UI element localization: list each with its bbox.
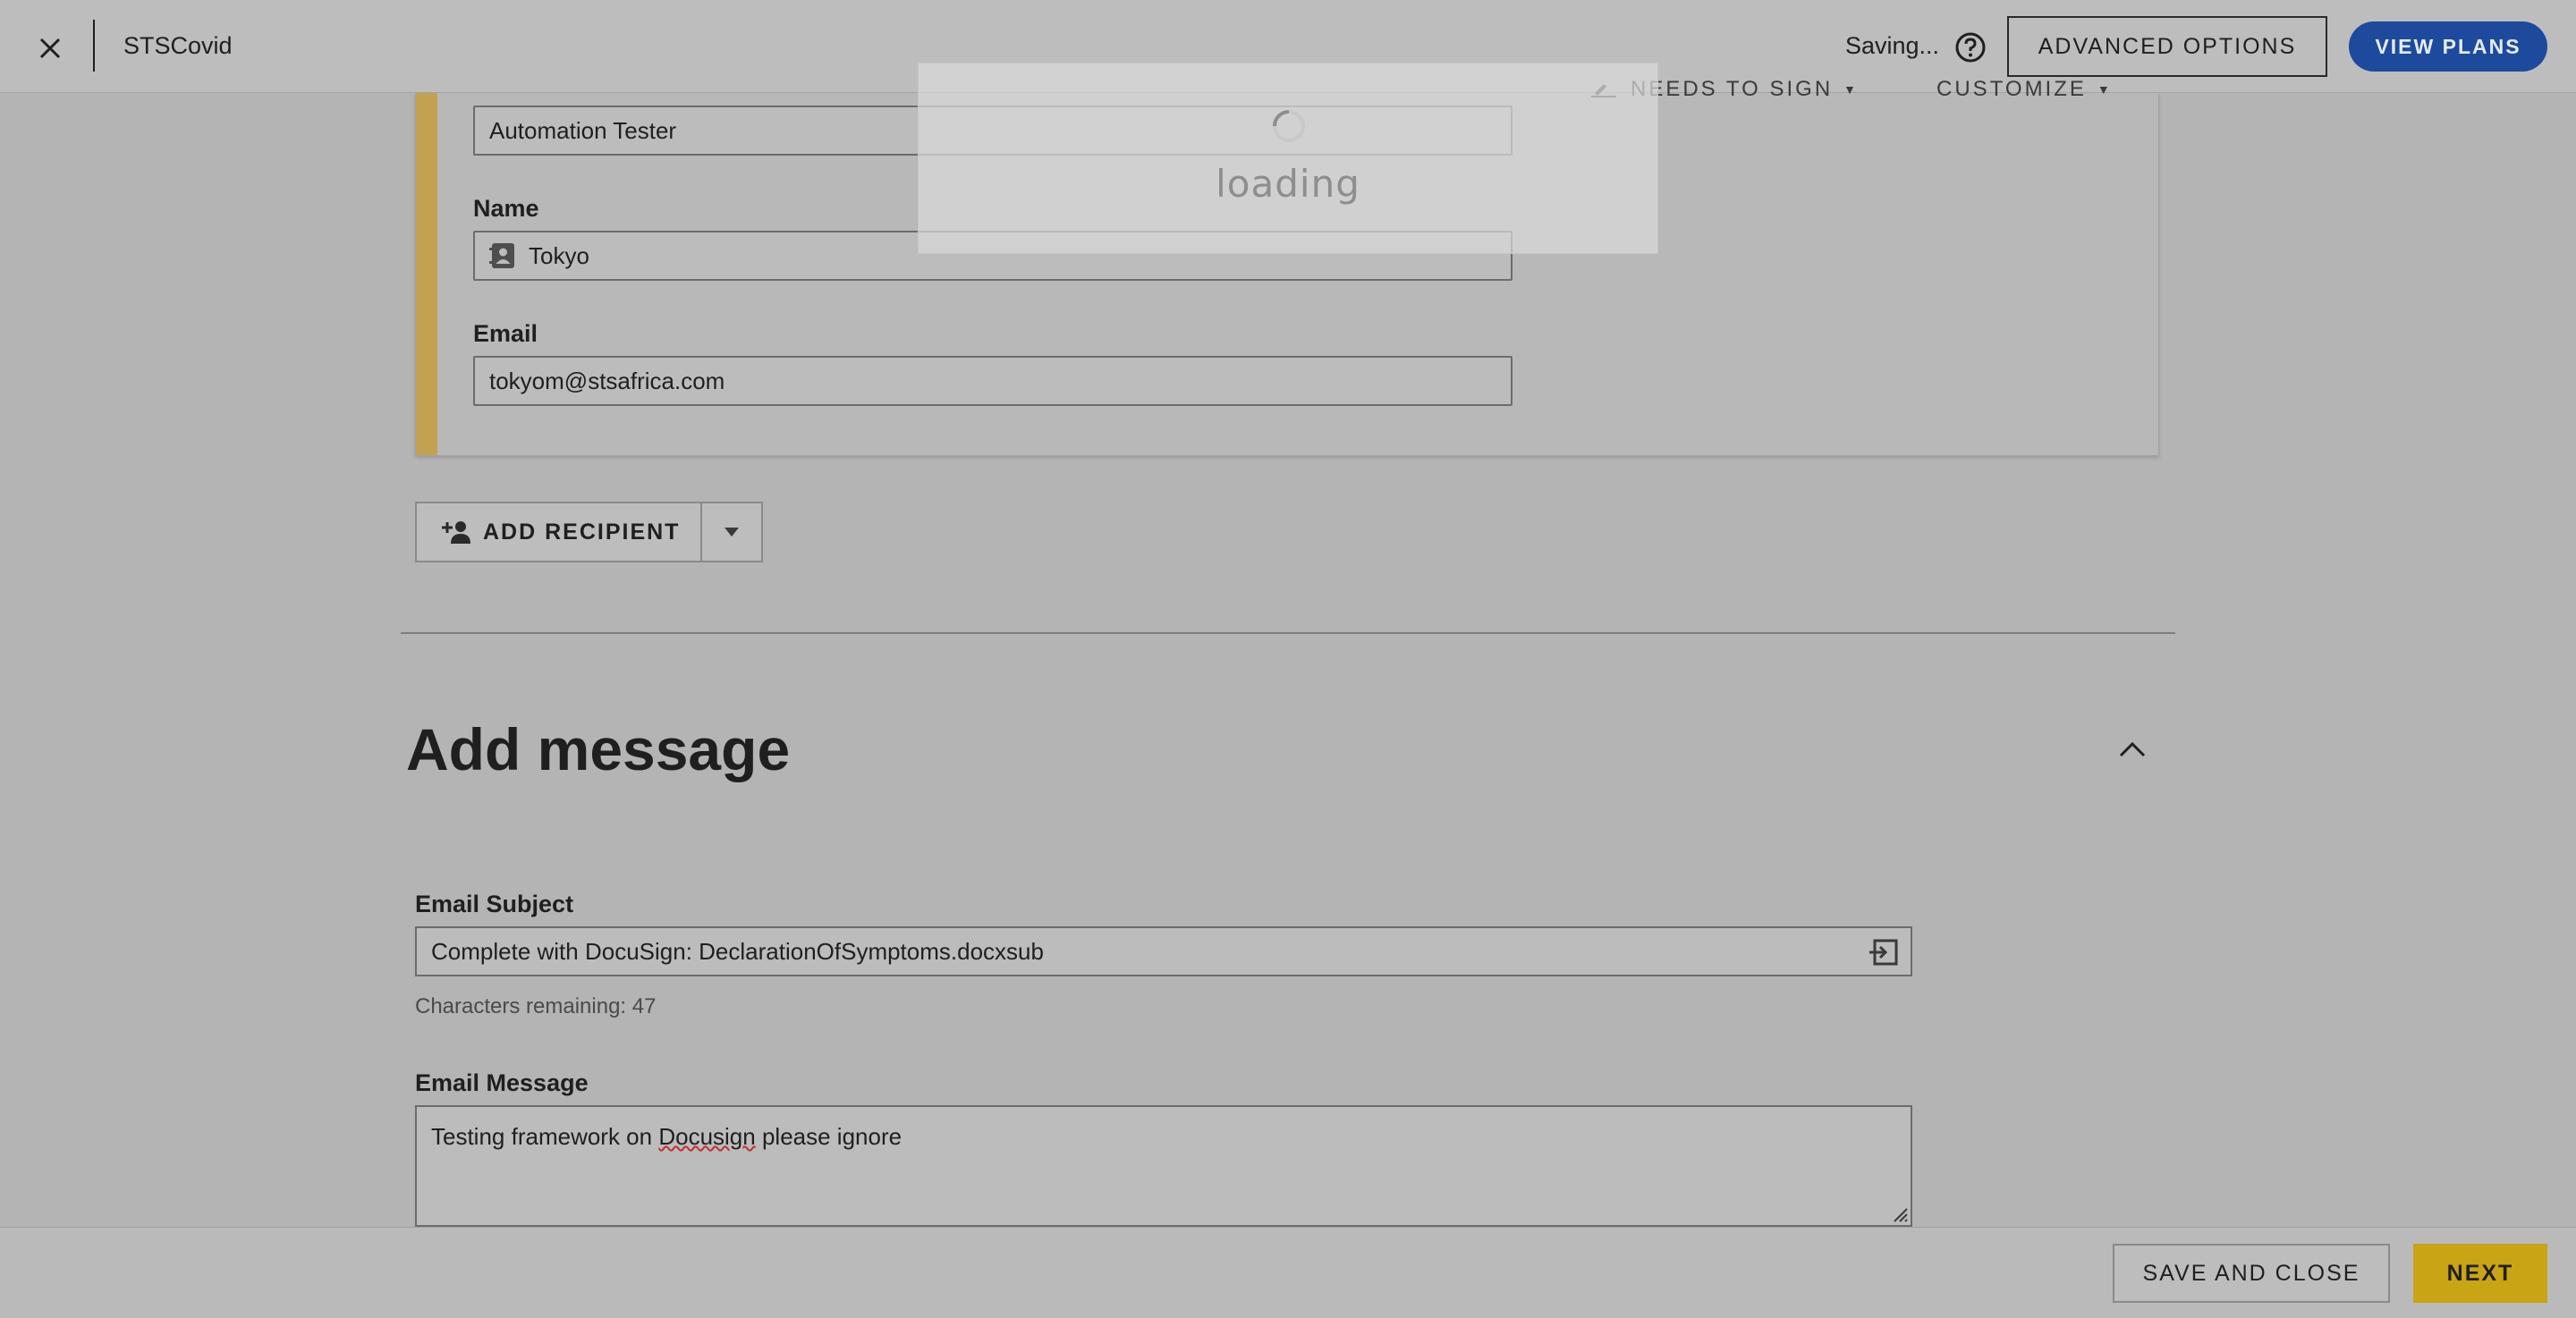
- recipient-action-label: NEEDS TO SIGN: [1631, 77, 1834, 101]
- save-and-close-button[interactable]: SAVE AND CLOSE: [2113, 1244, 2390, 1303]
- insert-field-icon[interactable]: [1869, 939, 1898, 966]
- loading-text: loading: [1216, 162, 1360, 206]
- header-divider: [93, 20, 95, 72]
- name-label: Name: [473, 195, 539, 222]
- email-message-field[interactable]: Testing framework on Docusign please ign…: [415, 1105, 1912, 1227]
- add-recipient-label: ADD RECIPIENT: [483, 519, 681, 545]
- customize-dropdown[interactable]: CUSTOMIZE ▼: [1936, 77, 2113, 102]
- next-button[interactable]: NEXT: [2413, 1244, 2547, 1303]
- email-field[interactable]: tokyom@stsafrica.com: [473, 356, 1513, 406]
- chevron-up-icon: [2119, 741, 2146, 757]
- message-text-end: please ignore: [755, 1123, 902, 1150]
- help-icon: [1955, 32, 1986, 63]
- recipient-color-accent: [416, 93, 437, 455]
- email-subject-field[interactable]: Complete with DocuSign: DeclarationOfSym…: [415, 926, 1912, 976]
- caret-down-icon: ▼: [2097, 82, 2113, 97]
- name-value: Tokyo: [529, 241, 589, 269]
- add-recipient-button[interactable]: ADD RECIPIENT: [417, 503, 702, 561]
- close-icon: [39, 38, 61, 59]
- loading-overlay: loading: [918, 63, 1658, 254]
- add-recipient-options-button[interactable]: [702, 503, 761, 561]
- collapse-section-button[interactable]: [2114, 731, 2150, 767]
- email-message-label: Email Message: [415, 1069, 589, 1096]
- email-subject-label: Email Subject: [415, 891, 574, 917]
- view-plans-button[interactable]: VIEW PLANS: [2349, 21, 2547, 72]
- help-button[interactable]: [1953, 30, 1987, 64]
- resize-handle-icon[interactable]: [1889, 1204, 1909, 1223]
- spinner-icon: [1273, 110, 1305, 142]
- caret-down-icon: ▼: [1843, 82, 1860, 97]
- characters-remaining: Characters remaining: 47: [415, 994, 657, 1018]
- customize-label: CUSTOMIZE: [1936, 77, 2087, 101]
- advanced-options-button[interactable]: ADVANCED OPTIONS: [2007, 16, 2327, 77]
- misspelled-word: Docusign: [658, 1123, 756, 1150]
- email-subject-value: Complete with DocuSign: DeclarationOfSym…: [431, 937, 1044, 965]
- envelope-title: STSCovid: [123, 32, 233, 59]
- message-text-start: Testing framework on: [431, 1123, 659, 1150]
- email-label: Email: [473, 320, 538, 347]
- section-divider: [401, 632, 2175, 634]
- footer-bar: SAVE AND CLOSE NEXT: [0, 1227, 2576, 1318]
- contact-card-icon[interactable]: [489, 242, 516, 269]
- add-recipient-split-button: ADD RECIPIENT: [415, 502, 763, 562]
- add-person-icon: [442, 521, 470, 544]
- close-button[interactable]: [32, 30, 68, 66]
- caret-down-icon: [724, 528, 739, 536]
- section-title: Add message: [406, 716, 791, 782]
- save-status: Saving...: [1845, 32, 1940, 59]
